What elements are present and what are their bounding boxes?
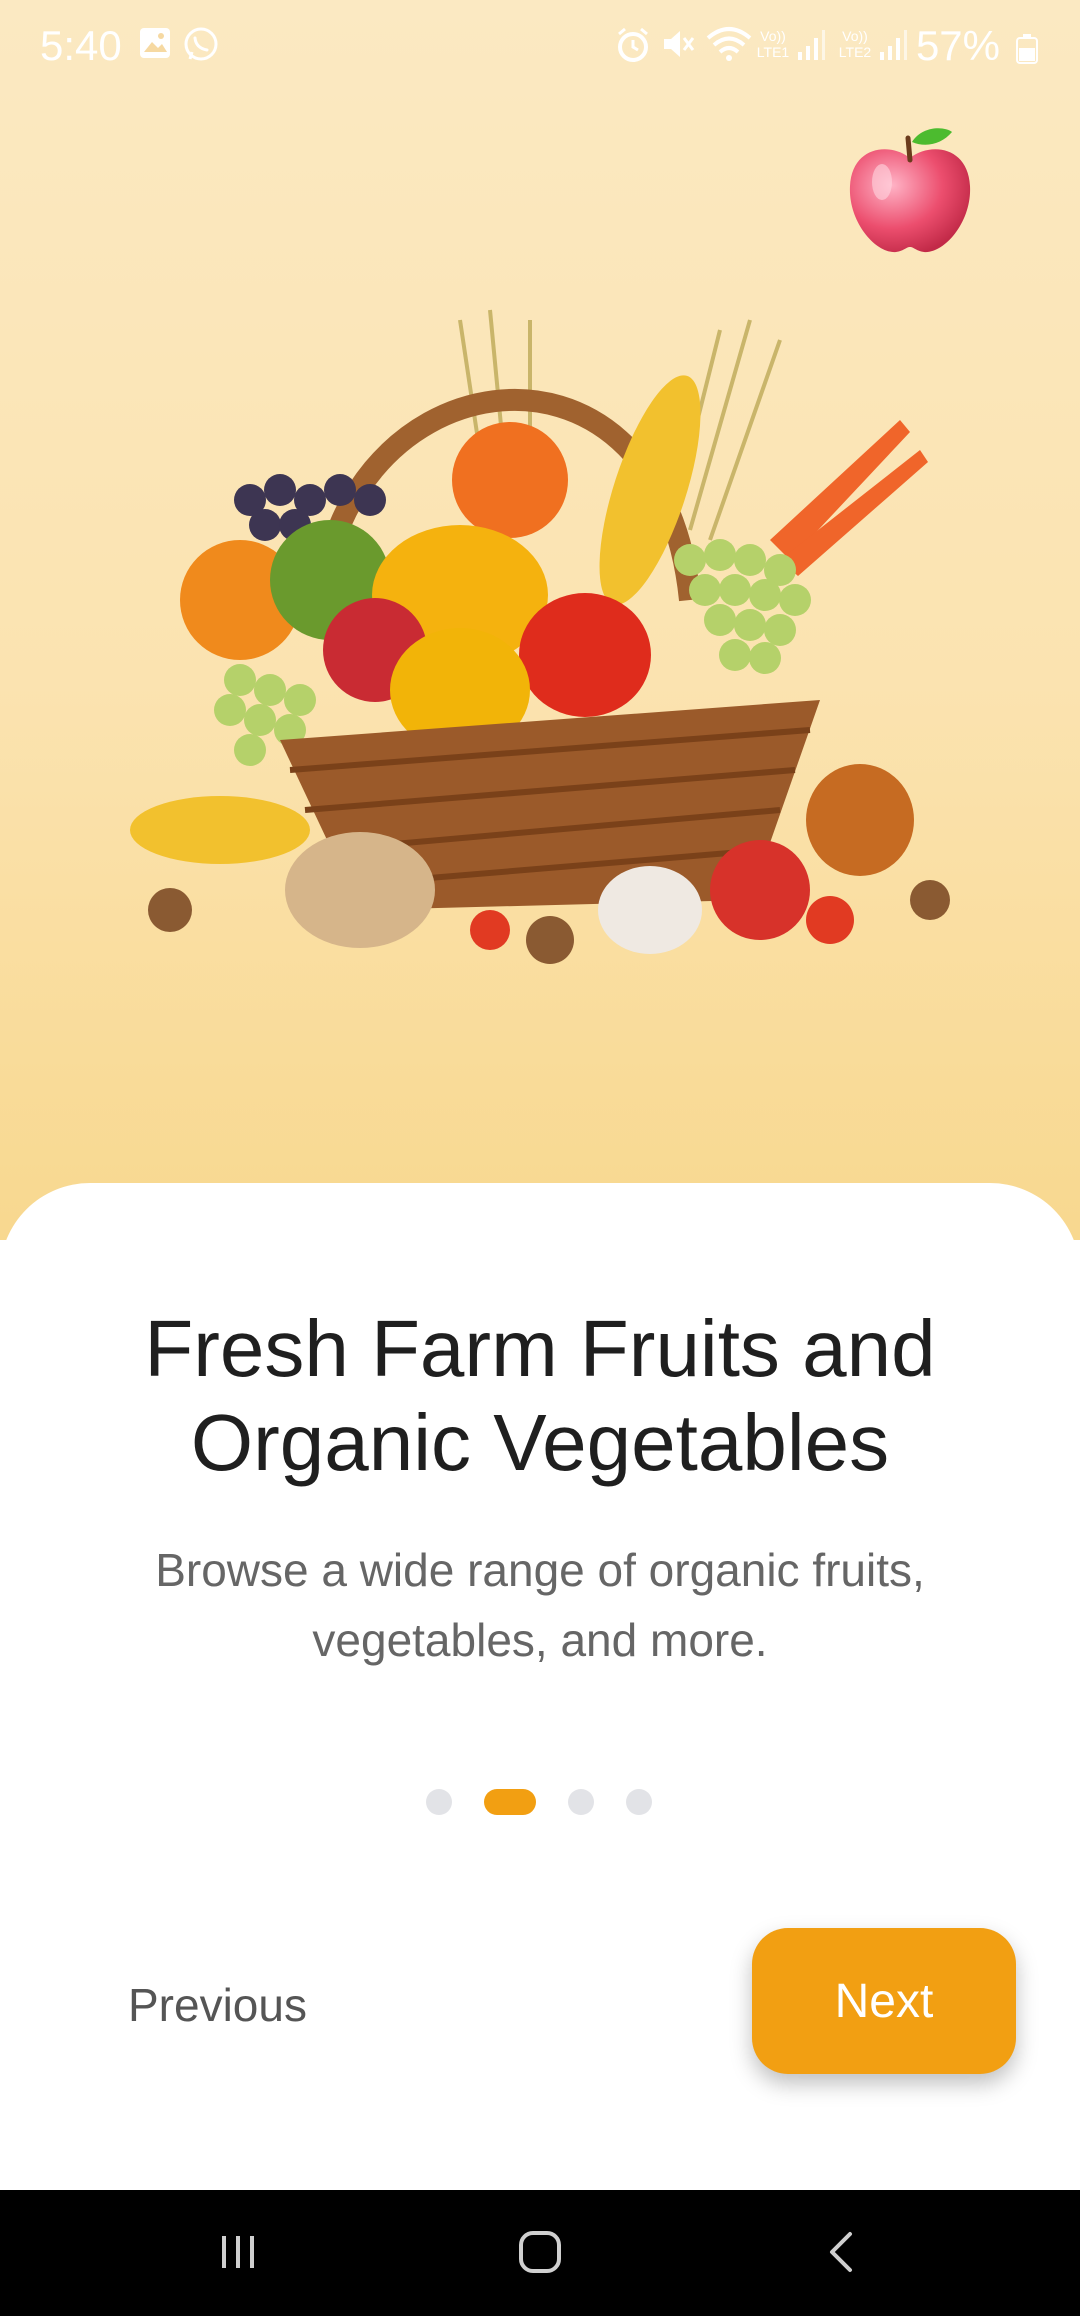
page-title: Fresh Farm Fruits and Organic Vegetables — [60, 1302, 1020, 1490]
signal-bars-2-icon — [880, 30, 907, 60]
home-icon[interactable] — [516, 2228, 564, 2276]
battery-icon — [1016, 34, 1038, 64]
page-indicator — [0, 1788, 1080, 1815]
status-bar: 5:40 Vo)) LTE1 Vo)) LTE2 57% — [0, 0, 1080, 96]
status-time: 5:40 — [40, 22, 122, 69]
page-subtitle: Browse a wide range of organic fruits, v… — [100, 1535, 980, 1675]
signal-lte2-icon: Vo)) LTE2 — [838, 28, 872, 60]
title-line-2: Organic Vegetables — [190, 1398, 890, 1487]
signal-bars-1-icon — [798, 30, 825, 60]
whatsapp-icon — [184, 27, 218, 61]
battery-percent: 57% — [915, 22, 1000, 69]
apple-icon — [849, 128, 971, 253]
page-dot-4[interactable] — [626, 1789, 652, 1815]
next-button[interactable]: Next — [752, 1928, 1016, 2074]
page-dot-1[interactable] — [426, 1789, 452, 1815]
title-line-1: Fresh Farm Fruits and — [144, 1304, 936, 1393]
previous-button[interactable]: Previous — [120, 1968, 315, 2042]
subtitle-line-2: vegetables, and more. — [312, 1614, 768, 1666]
gallery-icon — [140, 28, 170, 58]
subtitle-line-1: Browse a wide range of organic fruits, — [155, 1544, 925, 1596]
mute-icon — [664, 31, 695, 57]
wifi-icon — [706, 27, 752, 61]
page-dot-3[interactable] — [568, 1789, 594, 1815]
fruit-basket-illustration — [130, 309, 950, 964]
page-dot-2-active[interactable] — [484, 1789, 536, 1815]
recent-apps-icon[interactable] — [216, 2228, 262, 2274]
alarm-icon — [618, 27, 648, 62]
back-icon[interactable] — [822, 2228, 862, 2276]
system-nav-bar — [0, 2190, 1080, 2316]
signal-lte1-icon: Vo)) LTE1 — [756, 28, 790, 60]
